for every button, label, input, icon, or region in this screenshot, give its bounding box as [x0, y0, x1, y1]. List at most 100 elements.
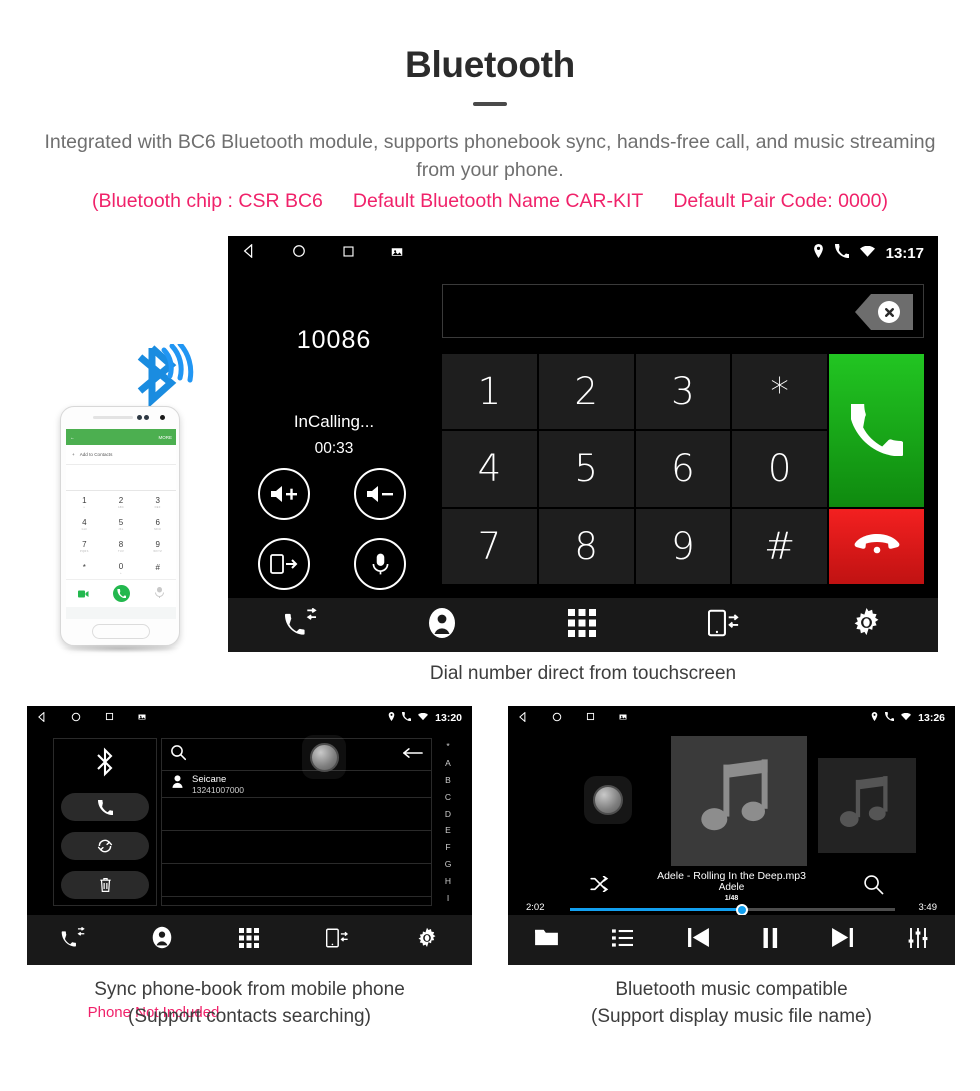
index-letter[interactable]: A [445, 758, 451, 768]
music-caption-line1: Bluetooth music compatible [615, 979, 848, 1000]
index-letter[interactable]: I [447, 893, 449, 903]
progress-thumb[interactable] [736, 903, 749, 916]
dialpad-key-hash[interactable]: # [732, 508, 827, 584]
screenshot-icon[interactable] [619, 712, 627, 724]
transfer-icon[interactable] [326, 927, 349, 954]
transfer-icon[interactable] [707, 607, 740, 644]
dialpad-key-8[interactable]: 8 [538, 508, 634, 584]
search-icon[interactable] [863, 874, 884, 900]
phone-key: 1 ∞ [66, 491, 103, 513]
pause-icon[interactable] [763, 927, 778, 953]
caller-number: 10086 [296, 326, 372, 354]
volume-knob-overlay[interactable] [302, 735, 346, 779]
backspace-button[interactable] [855, 294, 913, 330]
keypad-icon[interactable] [567, 608, 596, 642]
playlist-icon[interactable] [612, 928, 634, 952]
elapsed-time: 2:02 [526, 902, 545, 913]
next-icon[interactable] [832, 928, 854, 952]
back-icon[interactable] [37, 711, 47, 725]
dialpad-key-4[interactable]: 4 [442, 431, 537, 507]
transfer-audio-button[interactable] [258, 538, 310, 590]
phone-key-sub: GHI [81, 527, 88, 531]
phone-number-field [66, 465, 176, 491]
recents-icon[interactable] [105, 712, 114, 724]
index-letter[interactable]: G [445, 859, 452, 869]
end-call-button[interactable] [829, 508, 924, 584]
page-title: Bluetooth [405, 44, 575, 85]
contact-row[interactable] [162, 798, 431, 831]
dialpad-key-star[interactable]: * [732, 354, 827, 430]
music-caption: Bluetooth music compatible (Support disp… [508, 976, 955, 1030]
dialpad-key-1[interactable]: 1 [442, 354, 537, 430]
phone-key-digit: 3 [155, 495, 160, 505]
phonebook-caption: Sync phone-book from mobile phone (Suppo… [27, 976, 472, 1030]
contact-row[interactable] [162, 864, 431, 897]
back-icon[interactable] [518, 711, 528, 725]
phone-earpiece [93, 416, 133, 419]
phone-key-digit: 8 [118, 539, 124, 549]
equalizer-icon[interactable] [908, 927, 928, 953]
bluetooth-icon[interactable] [92, 747, 118, 782]
dialpad-key-6[interactable]: 6 [635, 431, 731, 507]
contact-name: Seicane [192, 773, 227, 785]
home-icon[interactable] [292, 244, 306, 262]
mute-mic-button[interactable] [354, 538, 406, 590]
progress-slider[interactable] [570, 903, 895, 916]
keypad-icon[interactable] [238, 927, 259, 953]
phonebook-dial-button[interactable] [61, 793, 149, 821]
volume-up-button[interactable] [258, 468, 310, 520]
contacts-icon[interactable] [428, 607, 456, 644]
dialpad-key-9[interactable]: 9 [635, 508, 731, 584]
call-button[interactable] [829, 354, 924, 507]
contact-row[interactable]: Seicane 13241007000 [162, 771, 431, 798]
phone-key-digit: 9 [155, 539, 160, 549]
phone-keypad-toggle-icon [154, 585, 164, 603]
call-log-icon[interactable] [61, 926, 85, 954]
phone-key-digit: 7 [82, 539, 87, 549]
dialpad-key-0[interactable]: 0 [732, 431, 827, 507]
home-icon[interactable] [552, 712, 562, 725]
index-letter[interactable]: C [445, 792, 451, 802]
index-letter[interactable]: E [445, 825, 451, 835]
phone-icon [885, 711, 895, 724]
shuffle-icon[interactable] [590, 875, 612, 897]
settings-icon[interactable] [416, 927, 438, 954]
index-letter[interactable]: H [445, 876, 451, 886]
contact-row[interactable] [162, 831, 431, 864]
dialpad-key-2[interactable]: 2 [538, 354, 634, 430]
close-icon [878, 301, 900, 323]
volume-knob-overlay[interactable] [584, 776, 632, 824]
number-input-field[interactable] [442, 284, 924, 338]
home-icon[interactable] [71, 712, 81, 725]
settings-icon[interactable] [851, 607, 882, 643]
back-arrow-icon[interactable] [402, 746, 423, 764]
recents-icon[interactable] [342, 245, 355, 262]
previous-icon[interactable] [687, 928, 709, 952]
volume-down-button[interactable] [354, 468, 406, 520]
phone-key: 6 MNO [139, 513, 176, 535]
index-letter[interactable]: F [445, 842, 450, 852]
screenshot-icon[interactable] [138, 712, 146, 724]
dialpad-key-7[interactable]: 7 [442, 508, 537, 584]
call-log-icon[interactable] [284, 607, 317, 643]
phonebook-delete-button[interactable] [61, 871, 149, 899]
phone-sensor2-icon [144, 415, 149, 420]
search-icon [170, 744, 187, 766]
contact-search-bar[interactable] [162, 735, 431, 779]
recents-icon[interactable] [586, 712, 595, 724]
index-letter[interactable]: B [445, 775, 451, 785]
folder-icon[interactable] [535, 928, 559, 952]
index-letter[interactable]: D [445, 809, 451, 819]
phone-key-sub: JKL [118, 527, 124, 531]
screenshot-icon[interactable] [391, 245, 403, 262]
index-letter[interactable]: * [446, 741, 449, 751]
phone-key-digit: # [155, 563, 160, 572]
phonebook-sync-button[interactable] [61, 832, 149, 860]
call-duration: 00:33 [314, 440, 354, 457]
back-icon[interactable] [242, 243, 256, 262]
dialpad-key-3[interactable]: 3 [635, 354, 731, 430]
dialpad-key-5[interactable]: 5 [538, 431, 634, 507]
contacts-icon[interactable] [152, 926, 172, 954]
phone-more-label: MORE [158, 434, 173, 440]
alphabet-index[interactable]: * A B C D E F G H I [436, 738, 460, 906]
